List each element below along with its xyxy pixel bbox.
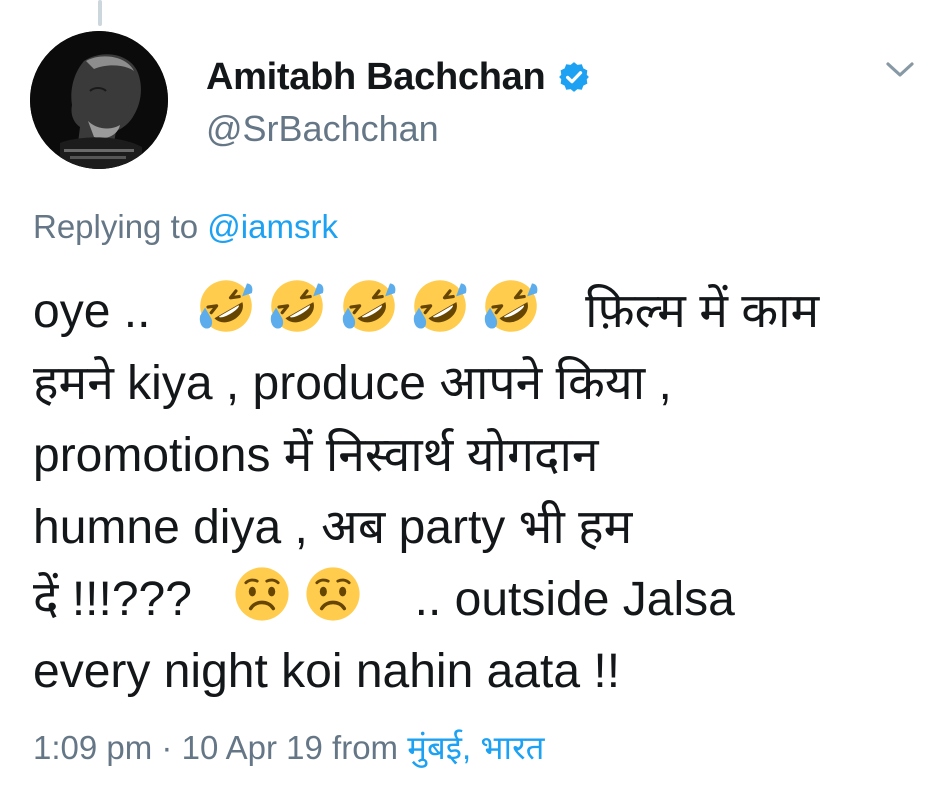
chevron-down-icon[interactable] xyxy=(883,58,917,82)
author-name-row: Amitabh Bachchan xyxy=(206,52,591,102)
verified-badge-icon xyxy=(557,60,591,94)
tweet-text-segment: फ़िल्म में काम xyxy=(585,285,820,338)
author-handle[interactable]: @SrBachchan xyxy=(206,108,439,150)
reply-mention-link[interactable]: @iamsrk xyxy=(207,208,338,245)
tweet-text: oye .. फ़िल्म में काम हमने kiya , produc… xyxy=(33,276,913,708)
tweet-text-segment: oye .. xyxy=(33,285,151,338)
rolling-on-floor-laughing-icon xyxy=(340,277,398,335)
display-name[interactable]: Amitabh Bachchan xyxy=(206,56,546,99)
tweet-meta: 1:09 pm · 10 Apr 19 from मुंबई, भारत xyxy=(33,724,544,769)
tweet-time[interactable]: 1:09 pm xyxy=(33,729,152,766)
tweet-line-4: humne diya , अब party भी हम xyxy=(33,501,633,554)
tweet-text-segment: .. outside Jalsa xyxy=(414,573,735,626)
replying-to: Replying to @iamsrk xyxy=(33,208,338,246)
rolling-on-floor-laughing-icon xyxy=(482,277,540,335)
location-link[interactable]: मुंबई, भारत xyxy=(407,729,544,766)
tweet-line-1: oye .. फ़िल्म में काम xyxy=(33,276,913,348)
meta-from: from xyxy=(332,729,399,766)
tweet-line-5: दें !!!??? .. outside Jalsa xyxy=(33,564,913,636)
worried-face-icon xyxy=(233,565,291,623)
rolling-on-floor-laughing-icon xyxy=(197,277,255,335)
avatar[interactable] xyxy=(30,31,168,169)
replying-prefix: Replying to xyxy=(33,208,199,245)
rolling-on-floor-laughing-icon xyxy=(268,277,326,335)
thread-connector-line xyxy=(98,0,102,26)
tweet-line-2: हमने kiya , produce आपने किया , xyxy=(33,357,672,410)
rolling-on-floor-laughing-icon xyxy=(411,277,469,335)
tweet-text-segment: दें !!!??? xyxy=(33,573,192,626)
tweet-line-3: promotions में निस्वार्थ योगदान xyxy=(33,429,599,482)
tweet-line-6: every night koi nahin aata !! xyxy=(33,645,621,698)
meta-separator: · xyxy=(161,729,173,766)
avatar-image xyxy=(30,31,168,169)
tweet-date[interactable]: 10 Apr 19 xyxy=(182,729,323,766)
worried-face-icon xyxy=(304,565,362,623)
